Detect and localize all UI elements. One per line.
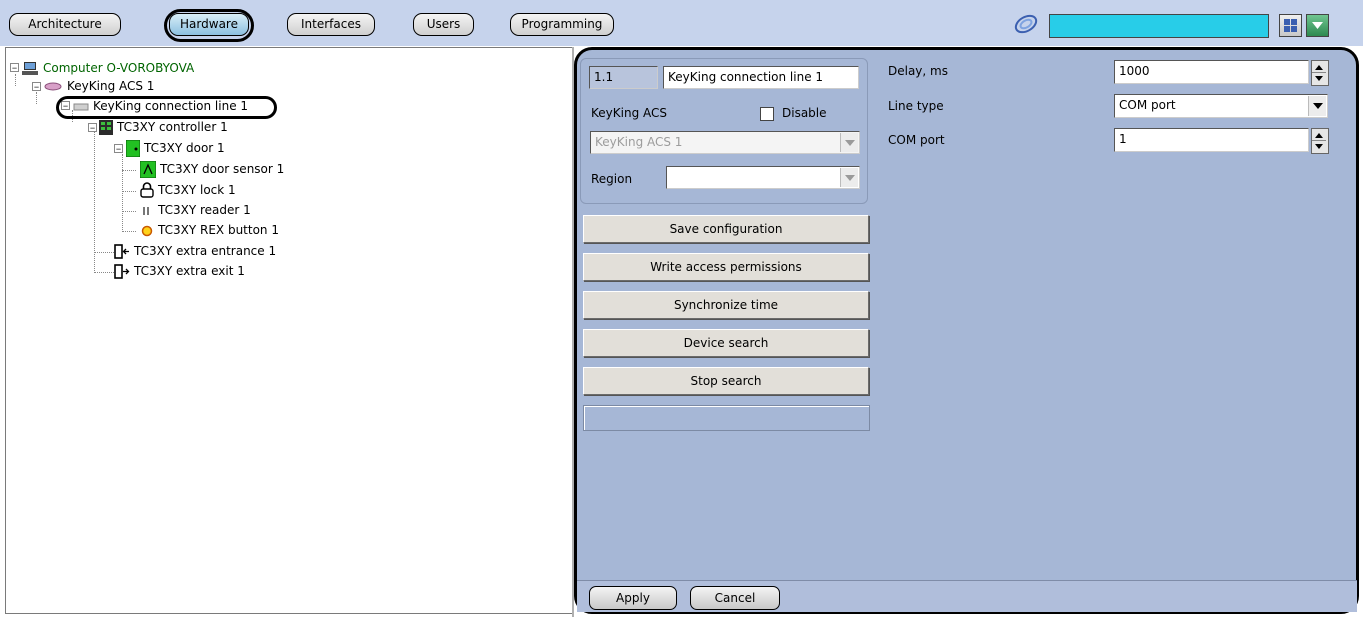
line-type-label: Line type [888,99,944,113]
search-progress-bar [583,405,870,431]
tab-interfaces[interactable]: Interfaces [287,13,375,36]
reader-icon [143,207,149,215]
rex-button-icon [141,225,153,237]
line-type-dropdown[interactable]: COM port [1114,94,1328,118]
tab-hardware-highlight [164,9,254,42]
tree-connector [36,92,37,104]
parent-dropdown[interactable]: KeyKing ACS 1 [590,131,860,154]
tree-node-extra-entrance[interactable]: TC3XY extra entrance 1 [114,242,276,261]
com-port-spinner[interactable] [1311,128,1329,154]
status-field[interactable] [1049,14,1269,38]
delay-input[interactable]: 1000 [1114,60,1309,84]
swirl-icon[interactable] [1012,13,1040,35]
parent-dropdown-value: KeyKing ACS 1 [595,135,683,149]
tab-users[interactable]: Users [413,13,474,36]
disable-label: Disable [782,106,827,120]
save-configuration-button[interactable]: Save configuration [583,215,869,243]
tree-node-acs[interactable]: KeyKing ACS 1 [44,77,154,96]
region-dropdown[interactable] [666,166,860,189]
door-icon [126,140,140,157]
tab-architecture[interactable]: Architecture [9,13,121,36]
collapse-button[interactable] [1306,14,1329,37]
arrow-down-icon [1312,22,1323,29]
door-sensor-icon [140,161,156,178]
tree-node-extra-exit[interactable]: TC3XY extra exit 1 [114,262,245,281]
tree-expander[interactable]: − [88,123,97,133]
layout-grid-button[interactable] [1279,14,1302,37]
disable-checkbox[interactable] [760,107,774,121]
write-access-permissions-button[interactable]: Write access permissions [583,253,869,281]
object-name-field[interactable]: KeyKing connection line 1 [663,66,859,89]
tree-connector [122,170,136,171]
entrance-icon [114,244,129,259]
tab-programming[interactable]: Programming [510,13,614,36]
delay-spinner[interactable] [1311,60,1329,86]
com-port-input[interactable]: 1 [1114,128,1309,152]
tree-connector [122,191,136,192]
selection-highlight [56,96,277,119]
tree-node-computer[interactable]: Computer O-VOROBYOVA [22,59,194,78]
synchronize-time-button[interactable]: Synchronize time [583,291,869,319]
tree-expander[interactable]: − [114,144,123,154]
device-search-button[interactable]: Device search [583,329,869,357]
tree-connector [122,231,136,232]
tree-connector [122,211,136,212]
object-id-field[interactable]: 1.1 [589,66,658,89]
line-type-value: COM port [1119,98,1176,112]
layout-grid-icon [1284,19,1297,32]
apply-button[interactable]: Apply [589,586,677,610]
lock-icon [140,182,154,198]
spin-down-icon [1315,76,1323,81]
cancel-button[interactable]: Cancel [690,586,780,610]
exit-icon [114,264,130,279]
controller-icon [99,120,113,135]
com-port-label: COM port [888,133,945,147]
tree-connector [122,154,123,232]
spin-down-icon [1315,144,1323,149]
chevron-down-icon [840,168,858,187]
tree-expander[interactable]: − [10,63,19,73]
tree-connector [94,252,114,253]
spin-up-icon [1315,65,1323,70]
parent-label: KeyKing ACS [591,106,667,120]
tree-node-reader[interactable]: TC3XY reader 1 [140,201,251,220]
tree-connector [94,272,114,273]
tree-node-door[interactable]: TC3XY door 1 [126,139,225,158]
spin-up-icon [1315,133,1323,138]
region-label: Region [591,172,633,186]
tree-node-door-sensor[interactable]: TC3XY door sensor 1 [140,160,284,179]
tree-node-controller[interactable]: TC3XY controller 1 [99,118,228,137]
chevron-down-icon [1308,96,1326,116]
tree-connector [15,74,16,86]
stop-search-button[interactable]: Stop search [583,367,869,395]
tree-node-lock[interactable]: TC3XY lock 1 [140,181,236,200]
chevron-down-icon [840,133,858,152]
acs-icon [44,82,62,91]
delay-label: Delay, ms [888,64,948,78]
computer-icon [22,62,38,75]
tree-expander[interactable]: − [32,82,41,92]
tree-node-rex-button[interactable]: TC3XY REX button 1 [140,221,279,240]
